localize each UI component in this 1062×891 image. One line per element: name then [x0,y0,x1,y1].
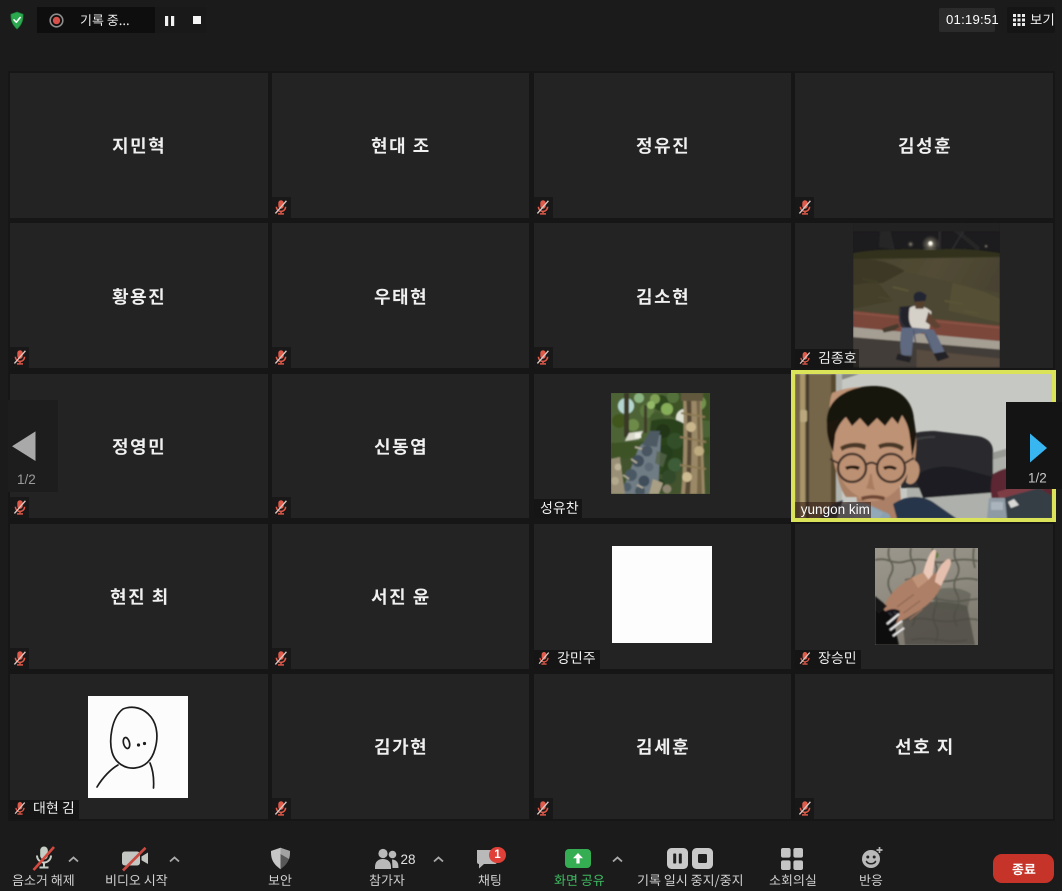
svg-text:1/2: 1/2 [17,472,36,487]
svg-text:1/2: 1/2 [1028,470,1047,485]
